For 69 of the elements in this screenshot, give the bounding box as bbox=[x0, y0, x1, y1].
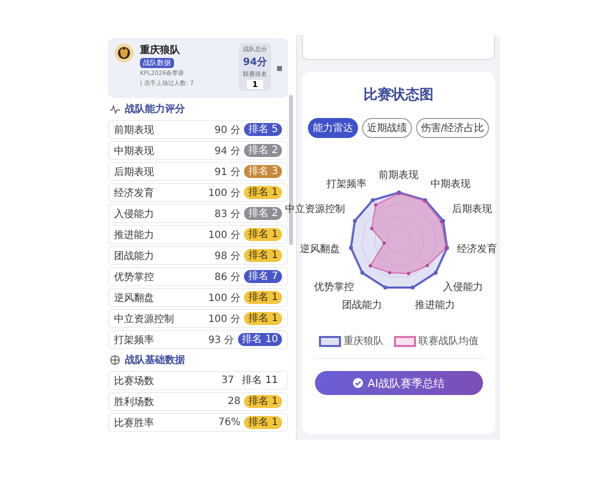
rank-badge: 排名 7 bbox=[244, 270, 282, 283]
stat-label: 比赛胜率 bbox=[114, 416, 155, 430]
stat-score: 90 分 bbox=[214, 124, 240, 136]
rank-badge: 排名 1 bbox=[244, 186, 282, 199]
stat-score: 98 分 bbox=[214, 250, 240, 262]
team-name: 重庆狼队 bbox=[140, 43, 181, 57]
chart-tab[interactable]: 近期战绩 bbox=[362, 118, 412, 138]
axis-label: 优势掌控 bbox=[314, 280, 354, 294]
wolf-logo-icon bbox=[114, 43, 134, 63]
rank-badge: 排名 3 bbox=[244, 165, 282, 178]
pulse-icon bbox=[110, 104, 120, 114]
axis-label: 中期表现 bbox=[430, 178, 470, 192]
stat-score: 37 bbox=[221, 375, 234, 386]
axis-label: 后期表现 bbox=[452, 202, 492, 216]
stat-label: 团战能力 bbox=[114, 250, 155, 262]
stat-score: 28 bbox=[228, 396, 240, 407]
stat-score: 93 分 bbox=[208, 334, 234, 346]
legend-label: 重庆狼队 bbox=[344, 334, 384, 348]
section-title: 战队基础数据 bbox=[125, 354, 185, 367]
axis-label: 团战能力 bbox=[342, 298, 382, 312]
stat-score: 94 分 bbox=[214, 144, 240, 158]
stat-label: 推进能力 bbox=[114, 228, 155, 242]
rank-badge: 排名 1 bbox=[244, 395, 282, 408]
stat-score: 76% bbox=[218, 417, 240, 428]
rank-badge: 排名 5 bbox=[244, 123, 282, 136]
league-rank: 1 bbox=[247, 80, 263, 89]
chart-title: 比赛状态图 bbox=[364, 86, 434, 104]
stat-label: 打架频率 bbox=[114, 334, 155, 346]
globe-icon bbox=[110, 355, 120, 365]
stat-label: 中立资源控制 bbox=[114, 312, 175, 326]
stat-label: 中期表现 bbox=[114, 144, 155, 158]
chart-tab[interactable]: 伤害/经济占比 bbox=[416, 118, 490, 138]
stat-label: 逆风翻盘 bbox=[114, 292, 155, 304]
axis-label: 打架频率 bbox=[326, 178, 367, 192]
section-title: 战队能力评分 bbox=[125, 102, 185, 116]
stat-label: 胜利场数 bbox=[114, 396, 155, 408]
axis-label: 推进能力 bbox=[415, 298, 456, 312]
stat-label: 经济发育 bbox=[114, 186, 155, 200]
stat-score: 91 分 bbox=[214, 166, 240, 178]
stat-label: 后期表现 bbox=[114, 166, 155, 178]
ai-summary-button[interactable]: AI战队赛季总结 bbox=[314, 371, 482, 395]
stat-score: 100 分 bbox=[208, 292, 240, 304]
rank-badge: 排名 2 bbox=[244, 144, 282, 157]
rank-badge: 排名 1 bbox=[244, 228, 282, 241]
chart-tab[interactable]: 能力雷达 bbox=[308, 118, 358, 138]
square-icon bbox=[277, 66, 282, 70]
stat-score: 100 分 bbox=[208, 228, 240, 242]
axis-label: 逆风翻盘 bbox=[300, 242, 340, 256]
rank-badge: 排名 1 bbox=[244, 416, 282, 429]
axis-label: 入侵能力 bbox=[443, 280, 484, 294]
stat-score: 86 分 bbox=[214, 270, 240, 284]
rank-badge: 排名 1 bbox=[244, 312, 282, 325]
stat-score: 100 分 bbox=[208, 186, 240, 200]
legend-label: 联赛战队均值 bbox=[418, 334, 478, 348]
stat-score: 100 分 bbox=[208, 312, 240, 326]
check-circle-icon bbox=[352, 378, 363, 388]
axis-label: 前期表现 bbox=[378, 168, 418, 182]
rank-badge: 排名 1 bbox=[244, 291, 282, 304]
stat-label: 优势掌控 bbox=[114, 270, 155, 284]
rank-badge: 排名 10 bbox=[238, 333, 282, 346]
stat-label: 入侵能力 bbox=[114, 208, 155, 220]
stat-score: 83 分 bbox=[214, 208, 240, 220]
axis-label: 中立资源控制 bbox=[284, 202, 345, 216]
total-score: 94分 bbox=[243, 56, 267, 69]
stat-label: 比赛场数 bbox=[114, 374, 155, 388]
rank-badge: 排名 2 bbox=[244, 207, 282, 220]
rank-badge: 排名 1 bbox=[244, 249, 282, 262]
axis-label: 经济发育 bbox=[456, 242, 497, 256]
stat-label: 前期表现 bbox=[114, 124, 155, 136]
